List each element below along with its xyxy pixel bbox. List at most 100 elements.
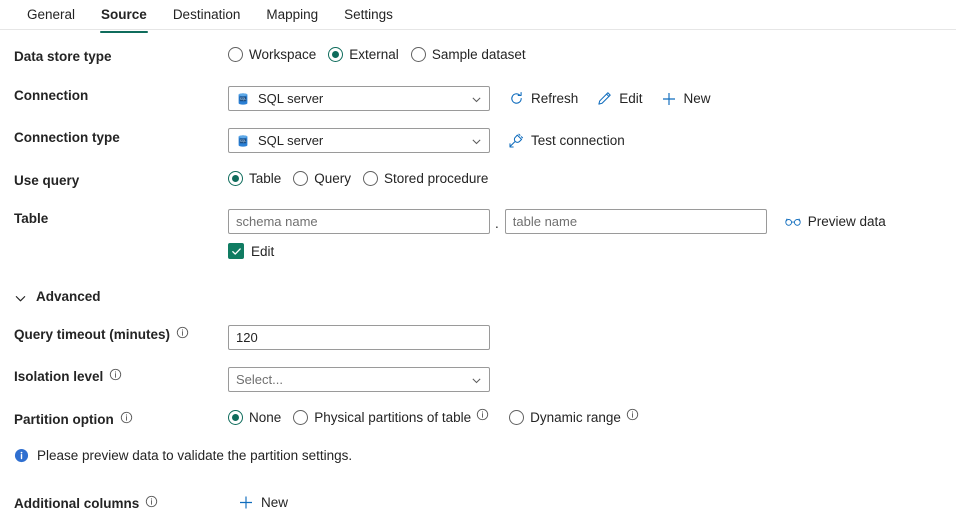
row-partition-option: Partition option None Physical partition… — [14, 410, 956, 432]
svg-text:SQL: SQL — [240, 97, 246, 101]
partition-option-label-wrap: Partition option — [14, 410, 228, 430]
table-controls: schema name . table name Preview data — [228, 209, 956, 234]
radio-query[interactable]: Query — [293, 171, 351, 186]
query-timeout-label: Query timeout (minutes) — [14, 325, 170, 345]
radio-dot-icon — [363, 171, 378, 186]
radio-label: None — [249, 410, 281, 425]
isolation-level-placeholder: Select... — [236, 372, 283, 387]
radio-partition-none[interactable]: None — [228, 410, 281, 425]
radio-sample-dataset[interactable]: Sample dataset — [411, 47, 526, 62]
radio-dot-icon — [228, 171, 243, 186]
table-label: Table — [14, 209, 228, 229]
table-name-placeholder: table name — [513, 214, 577, 229]
row-advanced: Advanced — [14, 287, 956, 309]
isolation-level-label: Isolation level — [14, 367, 103, 387]
plus-icon — [238, 494, 254, 510]
info-filled-icon — [14, 448, 29, 463]
radio-label: Stored procedure — [384, 171, 488, 186]
pencil-icon — [596, 91, 612, 107]
source-form: Data store type Workspace External Sampl… — [0, 47, 956, 516]
info-icon[interactable] — [626, 408, 639, 421]
isolation-level-label-wrap: Isolation level — [14, 367, 228, 387]
connection-type-controls: SQL SQL server Test connectio — [228, 128, 956, 153]
radio-dynamic-range[interactable]: Dynamic range — [509, 410, 639, 425]
plus-icon — [661, 91, 677, 107]
info-icon[interactable] — [145, 495, 158, 508]
connection-label: Connection — [14, 86, 228, 106]
radio-dot-icon — [509, 410, 524, 425]
info-icon[interactable] — [176, 326, 189, 339]
test-connection-label: Test connection — [531, 133, 625, 148]
radio-label: Sample dataset — [432, 47, 526, 62]
radio-label: Query — [314, 171, 351, 186]
table-name-input[interactable]: table name — [505, 209, 767, 234]
use-query-radio-group: Table Query Stored procedure — [228, 171, 956, 186]
edit-label: Edit — [619, 91, 642, 106]
use-query-label: Use query — [14, 171, 228, 191]
partition-option-label: Partition option — [14, 410, 114, 430]
query-timeout-label-wrap: Query timeout (minutes) — [14, 325, 228, 345]
row-connection-type: Connection type SQL SQL server — [14, 128, 956, 153]
connection-type-dropdown[interactable]: SQL SQL server — [228, 128, 490, 153]
isolation-level-dropdown[interactable]: Select... — [228, 367, 490, 392]
radio-dot-icon — [293, 171, 308, 186]
chevron-down-icon — [471, 135, 482, 146]
info-icon[interactable] — [109, 368, 122, 381]
new-label: New — [684, 91, 711, 106]
radio-workspace[interactable]: Workspace — [228, 47, 316, 62]
additional-columns-label-wrap: Additional columns — [14, 494, 228, 514]
tab-mapping[interactable]: Mapping — [253, 6, 331, 33]
refresh-connection-button[interactable]: Refresh — [508, 91, 578, 107]
tab-source[interactable]: Source — [88, 6, 160, 33]
query-timeout-value: 120 — [236, 330, 258, 345]
checkmark-icon — [228, 243, 244, 259]
radio-dot-icon — [228, 47, 243, 62]
tab-bar: General Source Destination Mapping Setti… — [0, 0, 956, 30]
advanced-label: Advanced — [36, 287, 101, 307]
additional-columns-controls: New — [228, 494, 956, 510]
row-table: Table schema name . table name Preview — [14, 209, 956, 234]
edit-checkbox-label: Edit — [251, 244, 274, 259]
table-edit-controls: Edit — [228, 243, 956, 259]
row-info-message: Please preview data to validate the part… — [14, 448, 956, 470]
tab-general[interactable]: General — [14, 6, 88, 33]
radio-label: Workspace — [249, 47, 316, 62]
advanced-toggle[interactable]: Advanced — [14, 287, 101, 307]
sql-server-icon: SQL — [236, 134, 250, 148]
query-timeout-input[interactable]: 120 — [228, 325, 490, 350]
radio-physical-partitions[interactable]: Physical partitions of table — [293, 410, 489, 425]
edit-checkbox[interactable]: Edit — [228, 243, 274, 259]
partition-info-text: Please preview data to validate the part… — [37, 448, 352, 463]
schema-name-input[interactable]: schema name — [228, 209, 490, 234]
radio-label: Table — [249, 171, 281, 186]
data-store-type-label: Data store type — [14, 47, 228, 67]
isolation-level-controls: Select... — [228, 367, 956, 392]
test-connection-button[interactable]: Test connection — [508, 133, 625, 149]
radio-external[interactable]: External — [328, 47, 399, 62]
query-timeout-controls: 120 — [228, 325, 956, 350]
preview-data-label: Preview data — [808, 214, 886, 229]
tab-destination[interactable]: Destination — [160, 6, 254, 33]
connection-dropdown[interactable]: SQL SQL server — [228, 86, 490, 111]
radio-label: Dynamic range — [530, 410, 621, 425]
radio-dot-icon — [411, 47, 426, 62]
row-table-edit: Edit — [14, 243, 956, 265]
add-additional-column-button[interactable]: New — [238, 494, 288, 510]
connection-type-label: Connection type — [14, 128, 228, 148]
refresh-label: Refresh — [531, 91, 578, 106]
info-icon[interactable] — [120, 411, 133, 424]
svg-text:SQL: SQL — [240, 139, 246, 143]
radio-stored-procedure[interactable]: Stored procedure — [363, 171, 488, 186]
radio-table[interactable]: Table — [228, 171, 281, 186]
chevron-down-icon — [471, 374, 482, 385]
glasses-icon — [785, 214, 801, 230]
preview-data-button[interactable]: Preview data — [785, 214, 886, 230]
radio-dot-icon — [293, 410, 308, 425]
chevron-down-icon — [471, 93, 482, 104]
tab-settings[interactable]: Settings — [331, 6, 406, 33]
edit-connection-button[interactable]: Edit — [596, 91, 642, 107]
connection-value: SQL server — [258, 91, 323, 106]
info-icon[interactable] — [476, 408, 489, 421]
sql-server-icon: SQL — [236, 92, 250, 106]
new-connection-button[interactable]: New — [661, 91, 711, 107]
